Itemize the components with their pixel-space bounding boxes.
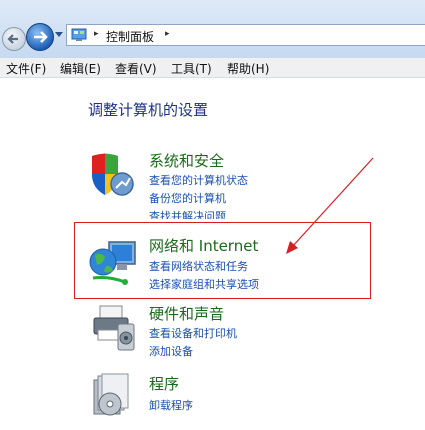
link-devices-printers[interactable]: 查看设备和打印机	[149, 325, 237, 341]
menu-file[interactable]: 文件(F)	[6, 60, 46, 77]
programs-icon	[93, 373, 129, 416]
control-panel-icon	[71, 28, 87, 41]
menu-help[interactable]: 帮助(H)	[227, 60, 269, 77]
menu-edit[interactable]: 编辑(E)	[60, 60, 101, 77]
menu-tools[interactable]: 工具(T)	[171, 60, 212, 77]
breadcrumb-separator[interactable]: ▸	[165, 29, 170, 39]
address-toolbar: ▸ 控制面板 ▸	[0, 0, 425, 58]
category-system-security[interactable]: 系统和安全	[149, 150, 224, 171]
menu-view[interactable]: 查看(V)	[115, 60, 157, 77]
annotation-arrow-icon	[286, 157, 374, 254]
link-backup-computer[interactable]: 备份您的计算机	[149, 190, 226, 206]
category-hardware-sound[interactable]: 硬件和声音	[149, 303, 224, 324]
address-bar[interactable]: ▸ 控制面板 ▸	[66, 24, 425, 46]
forward-arrow-icon	[34, 31, 48, 43]
link-check-computer-status[interactable]: 查看您的计算机状态	[149, 172, 248, 188]
link-troubleshoot[interactable]: 查找并解决问题	[149, 208, 226, 219]
category-programs[interactable]: 程序	[149, 373, 179, 394]
forward-button[interactable]	[26, 23, 54, 51]
menu-bar: 文件(F) 编辑(E) 查看(V) 工具(T) 帮助(H)	[0, 58, 425, 78]
printer-icon	[93, 305, 135, 351]
recent-pages-dropdown[interactable]	[55, 32, 63, 37]
back-arrow-icon	[7, 34, 18, 44]
link-uninstall-program[interactable]: 卸载程序	[149, 397, 193, 413]
breadcrumb-separator[interactable]: ▸	[94, 29, 99, 39]
page-title: 调整计算机的设置	[88, 101, 209, 119]
breadcrumb-control-panel[interactable]: 控制面板	[106, 28, 154, 45]
shield-icon	[92, 153, 134, 196]
link-add-device[interactable]: 添加设备	[149, 343, 193, 359]
back-button[interactable]	[2, 27, 26, 51]
